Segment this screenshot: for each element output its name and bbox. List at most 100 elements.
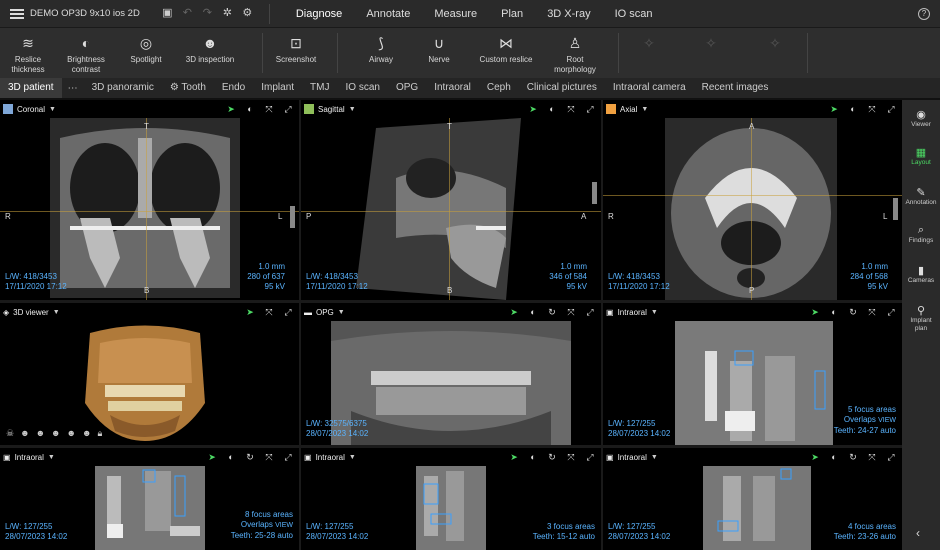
sidebar-item-layout[interactable]: ▦ Layout — [902, 146, 940, 167]
slice-scrollbar[interactable] — [290, 206, 295, 228]
chevron-down-icon[interactable]: ▼ — [651, 454, 658, 461]
menu-measure[interactable]: Measure — [422, 0, 489, 28]
viewport-intraoral-4[interactable]: ▣ Intraoral ▼ ➤ ◐ ↻ ⤧ ⤢ L/W: 127/255 28/… — [603, 448, 902, 550]
tab-3d-patient[interactable]: 3D patient — [0, 78, 62, 98]
camera-icon: ▮ — [917, 265, 925, 277]
menu-io-scan[interactable]: IO scan — [603, 0, 665, 28]
view-overlaps-link[interactable]: VIEW — [275, 522, 293, 529]
view-overlaps-link[interactable]: VIEW — [878, 417, 896, 424]
slice-scrollbar[interactable] — [592, 182, 597, 204]
tab-implant[interactable]: Implant — [253, 78, 302, 98]
chevron-down-icon[interactable]: ▼ — [641, 106, 648, 113]
viewport-intraoral-1[interactable]: ▣ Intraoral ▼ ➤ ◐ ↻ ⤧ ⤢ L/W: 127/255 28/… — [603, 303, 902, 445]
viewport-opg[interactable]: ▬ OPG ▼ ➤ ◐ ↻ ⤧ ⤢ L/W: 32575/6375 28/07/… — [301, 303, 601, 445]
lock-icon[interactable]: 🔒︎ — [98, 428, 103, 439]
custom-reslice-button[interactable]: ⋈ Custom reslice — [468, 28, 544, 78]
pen-icon: ✎ — [916, 187, 926, 199]
tab-tmj[interactable]: TMJ — [302, 78, 337, 98]
tab-recent-images[interactable]: Recent images — [694, 78, 777, 98]
crosshair-h — [301, 211, 601, 212]
screenshot-icon: ⊡ — [290, 35, 302, 51]
tab-opg[interactable]: OPG — [388, 78, 426, 98]
tab-tooth[interactable]: ⚙ Tooth — [162, 78, 214, 98]
viewport-grid: Coronal ▼ ➤ ◐ ⤧ ⤢ T B R L L/W: 418/3453 … — [0, 100, 902, 550]
tab-ceph[interactable]: Ceph — [479, 78, 519, 98]
menu-3d-xray[interactable]: 3D X-ray — [535, 0, 602, 28]
sidebar-item-cameras[interactable]: ▮ Cameras — [902, 264, 940, 285]
kv-value: 95 kV — [264, 282, 285, 291]
timestamp: 28/07/2023 14:02 — [5, 532, 68, 541]
chevron-down-icon[interactable]: ▼ — [53, 309, 60, 316]
menu-plan[interactable]: Plan — [489, 0, 535, 28]
viewport-coronal[interactable]: Coronal ▼ ➤ ◐ ⤧ ⤢ T B R L L/W: 418/3453 … — [0, 100, 299, 300]
screenshot-button[interactable]: ⊡ Screenshot — [263, 28, 329, 78]
color-swatch — [606, 104, 616, 114]
level-window: L/W: 127/255 — [306, 522, 354, 531]
chevron-down-icon[interactable]: ▼ — [48, 454, 55, 461]
tab-intraoral-camera[interactable]: Intraoral camera — [605, 78, 694, 98]
menu-diagnose[interactable]: Diagnose — [284, 0, 354, 28]
focus-areas: 4 focus areas — [847, 522, 896, 531]
divider — [807, 33, 808, 73]
tab-intraoral[interactable]: Intraoral — [426, 78, 479, 98]
viewport-intraoral-2[interactable]: ▣ Intraoral ▼ ➤ ◐ ↻ ⤧ ⤢ L/W: 127/255 28/… — [0, 448, 299, 550]
airway-button[interactable]: ⟆ Airway — [352, 28, 410, 78]
menu-annotate[interactable]: Annotate — [354, 0, 422, 28]
save-icon[interactable]: ▣ — [162, 8, 173, 19]
tooth-tab-icon: ⚙ — [169, 82, 182, 93]
orient-left: P — [306, 212, 312, 221]
chevron-down-icon[interactable]: ▼ — [49, 106, 56, 113]
orient-top: T — [144, 122, 149, 131]
chevron-down-icon[interactable]: ▼ — [349, 106, 356, 113]
more-icon[interactable]: ⋯ — [62, 83, 84, 94]
disabled-tool-3[interactable]: ✧ — [743, 28, 807, 78]
crosshair-h — [0, 211, 299, 212]
tab-endo[interactable]: Endo — [214, 78, 253, 98]
disabled-tool-2[interactable]: ✧ — [679, 28, 743, 78]
reslice-thickness-button[interactable]: ≋ Reslice thickness — [0, 28, 56, 78]
view-right-icon[interactable]: ☻ — [36, 428, 45, 439]
spotlight-button[interactable]: ◎ Spotlight — [116, 28, 176, 78]
root-morphology-button[interactable]: ♙ Root morphology — [544, 28, 606, 78]
view-back-icon[interactable]: ☻ — [67, 428, 76, 439]
undo-icon[interactable]: ↶ — [182, 8, 193, 19]
viewport-intraoral-3[interactable]: ▣ Intraoral ▼ ➤ ◐ ↻ ⤧ ⤢ L/W: 127/255 28/… — [301, 448, 601, 550]
3d-inspection-button[interactable]: ☻ 3D inspection — [176, 28, 244, 78]
brightness-contrast-button[interactable]: ◐ Brightness contrast — [56, 28, 116, 78]
sidebar-item-implant-plan[interactable]: ⚲ Implant plan — [902, 304, 940, 333]
redo-icon[interactable]: ↷ — [202, 8, 213, 19]
focus-areas: 3 focus areas — [546, 522, 595, 531]
view-bottom-icon[interactable]: ☻ — [82, 428, 91, 439]
sidebar-item-findings[interactable]: ⌕ Findings — [902, 224, 940, 245]
disabled-tool-1[interactable]: ✧ — [619, 28, 679, 78]
viewport-sagittal[interactable]: Sagittal ▼ ➤ ◐ ⤧ ⤢ T B P A L/W: 418/3453… — [301, 100, 601, 300]
collapse-icon[interactable]: ‹ — [916, 526, 920, 540]
tab-3d-panoramic[interactable]: 3D panoramic — [84, 78, 162, 98]
timestamp: 17/11/2020 17:12 — [608, 282, 670, 291]
tab-io-scan[interactable]: IO scan — [338, 78, 388, 98]
chevron-down-icon[interactable]: ▼ — [338, 309, 345, 316]
viewport-title: Coronal — [17, 104, 46, 114]
nerve-button[interactable]: ∪ Nerve — [410, 28, 468, 78]
slice-thickness: 1.0 mm — [861, 262, 888, 271]
help-icon[interactable]: ? — [918, 8, 930, 20]
menu-icon[interactable] — [10, 8, 24, 19]
tab-clinical-pictures[interactable]: Clinical pictures — [519, 78, 605, 98]
reslice-icon: ⋈ — [499, 35, 513, 51]
viewport-title: Sagittal — [318, 104, 345, 114]
chevron-down-icon[interactable]: ▼ — [651, 309, 658, 316]
viewport-3d[interactable]: ◈ 3D viewer ▼ ➤ ⤧ ⤢ ☠ ☻ ☻ ☻ ☻ ☻ 🔒︎ — [0, 303, 299, 445]
share-icon[interactable]: ✲ — [222, 8, 233, 19]
view-top-icon[interactable]: ☻ — [51, 428, 60, 439]
sidebar-item-annotation[interactable]: ✎ Annotation — [902, 186, 940, 207]
view-left-icon[interactable]: ☻ — [20, 428, 29, 439]
slice-scrollbar[interactable] — [893, 198, 898, 220]
chevron-down-icon[interactable]: ▼ — [349, 454, 356, 461]
timestamp: 28/07/2023 14:02 — [608, 532, 671, 541]
sidebar-label: Findings — [908, 237, 934, 244]
settings-icon[interactable]: ⚙ — [242, 8, 253, 19]
crosshair-v — [751, 118, 752, 300]
sidebar-item-viewer[interactable]: ◉ Viewer — [902, 108, 940, 129]
view-front-icon[interactable]: ☠ — [6, 428, 14, 439]
viewport-axial[interactable]: Axial ▼ ➤ ◐ ⤧ ⤢ A P R L L/W: 418/3453 17… — [603, 100, 902, 300]
